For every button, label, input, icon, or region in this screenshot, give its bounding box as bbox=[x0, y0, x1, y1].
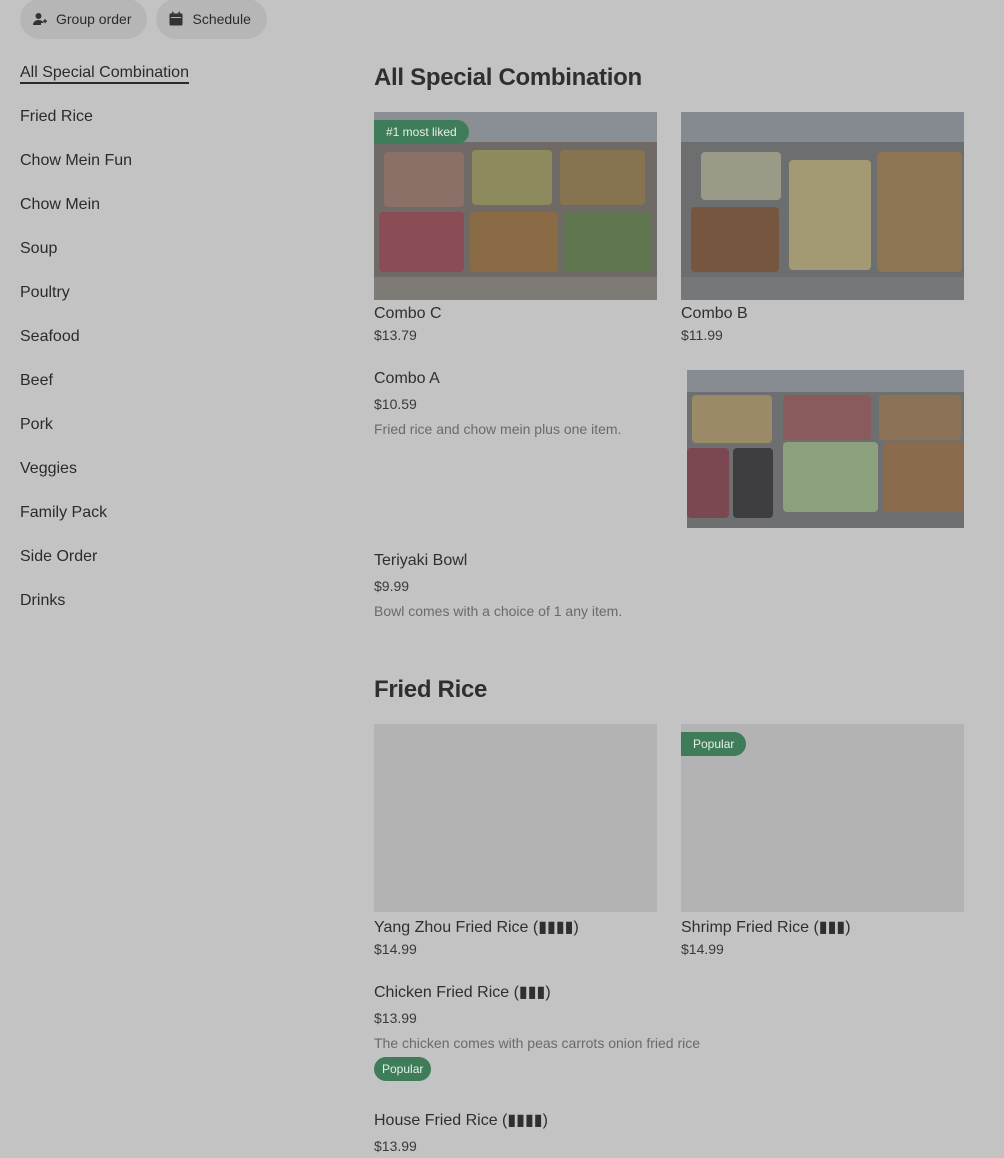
sidebar-item-label: Family Pack bbox=[20, 504, 108, 521]
sidebar-item-drinks[interactable]: Drinks bbox=[20, 590, 320, 634]
sidebar-item-label: Pork bbox=[20, 416, 53, 433]
sidebar-item-label: Drinks bbox=[20, 592, 66, 609]
sidebar-item-fried-rice[interactable]: Fried Rice bbox=[20, 106, 320, 150]
menu-item-shrimp-fried-rice[interactable]: Popular Shrimp Fried Rice (▮▮▮) $14.99 bbox=[681, 724, 964, 957]
section-title-fried-rice: Fried Rice bbox=[374, 676, 488, 703]
sidebar-item-label: Poultry bbox=[20, 284, 70, 301]
item-image-placeholder: Popular bbox=[681, 724, 964, 912]
group-order-button[interactable]: Group order bbox=[20, 0, 148, 39]
sidebar-item-label: Side Order bbox=[20, 548, 98, 565]
popular-badge: Popular bbox=[681, 732, 747, 756]
sidebar-item-label: Veggies bbox=[20, 460, 77, 477]
sidebar-item-beef[interactable]: Beef bbox=[20, 370, 320, 414]
item-name: Combo C bbox=[374, 305, 442, 322]
popular-badge: Popular bbox=[374, 1057, 432, 1081]
menu-item-house-fried-rice[interactable]: House Fried Rice (▮▮▮▮) $13.99 bbox=[374, 1110, 964, 1154]
menu-item-yang-zhou-fried-rice[interactable]: Yang Zhou Fried Rice (▮▮▮▮) $14.99 bbox=[374, 724, 657, 957]
menu-item-teriyaki-bowl[interactable]: Teriyaki Bowl $9.99 Bowl comes with a ch… bbox=[374, 552, 964, 619]
item-name: Yang Zhou Fried Rice (▮▮▮▮) bbox=[374, 919, 579, 936]
item-price: $13.99 bbox=[374, 1138, 417, 1154]
sidebar-item-label: Beef bbox=[20, 372, 53, 389]
category-sidebar: All Special Combination Fried Rice Chow … bbox=[20, 62, 320, 634]
item-description: The chicken comes with peas carrots onio… bbox=[374, 1035, 701, 1051]
sidebar-item-label: Fried Rice bbox=[20, 108, 93, 125]
sidebar-item-label: Chow Mein bbox=[20, 196, 101, 213]
menu-item-combo-b[interactable]: Combo B $11.99 bbox=[681, 112, 964, 343]
sidebar-item-chow-mein-fun[interactable]: Chow Mein Fun bbox=[20, 150, 320, 194]
item-price: $9.99 bbox=[374, 578, 410, 594]
schedule-label: Schedule bbox=[192, 11, 251, 27]
item-name: Teriyaki Bowl bbox=[374, 552, 468, 569]
sidebar-item-veggies[interactable]: Veggies bbox=[20, 458, 320, 502]
menu-item-chicken-fried-rice[interactable]: Chicken Fried Rice (▮▮▮) $13.99 The chic… bbox=[374, 982, 964, 1081]
sidebar-item-all-special-combination[interactable]: All Special Combination bbox=[20, 62, 320, 106]
menu-item-combo-a[interactable]: Combo A $10.59 Fried rice and chow mein … bbox=[374, 370, 964, 528]
sidebar-item-family-pack[interactable]: Family Pack bbox=[20, 502, 320, 546]
menu-item-combo-c[interactable]: #1 most liked Combo C $13.79 bbox=[374, 112, 657, 343]
combo-a-image bbox=[687, 370, 964, 528]
item-price: $13.79 bbox=[374, 327, 417, 343]
sidebar-item-label: All Special Combination bbox=[20, 64, 189, 84]
item-name: Shrimp Fried Rice (▮▮▮) bbox=[681, 919, 851, 936]
combo-b-image bbox=[681, 112, 964, 300]
item-name: Combo B bbox=[681, 305, 748, 322]
sidebar-item-label: Seafood bbox=[20, 328, 80, 345]
item-name: House Fried Rice (▮▮▮▮) bbox=[374, 1112, 548, 1129]
most-liked-badge: #1 most liked bbox=[374, 120, 469, 144]
sidebar-item-label: Soup bbox=[20, 240, 58, 257]
item-image-placeholder bbox=[374, 724, 657, 912]
sidebar-item-side-order[interactable]: Side Order bbox=[20, 546, 320, 590]
item-price: $13.99 bbox=[374, 1010, 417, 1026]
item-description: Bowl comes with a choice of 1 any item. bbox=[374, 603, 623, 619]
sidebar-item-soup[interactable]: Soup bbox=[20, 238, 320, 282]
top-actions: Group order Schedule bbox=[20, 0, 267, 39]
sidebar-item-seafood[interactable]: Seafood bbox=[20, 326, 320, 370]
sidebar-item-pork[interactable]: Pork bbox=[20, 414, 320, 458]
group-order-label: Group order bbox=[56, 11, 132, 27]
sidebar-item-label: Chow Mein Fun bbox=[20, 152, 133, 169]
combo-c-image: #1 most liked bbox=[374, 112, 657, 300]
add-person-icon bbox=[32, 11, 48, 27]
item-price: $14.99 bbox=[681, 941, 724, 957]
item-price: $11.99 bbox=[681, 327, 723, 343]
calendar-icon bbox=[168, 11, 184, 27]
section-title-combination: All Special Combination bbox=[374, 64, 642, 91]
item-price: $14.99 bbox=[374, 941, 417, 957]
item-name: Chicken Fried Rice (▮▮▮) bbox=[374, 984, 551, 1001]
sidebar-item-poultry[interactable]: Poultry bbox=[20, 282, 320, 326]
sidebar-item-chow-mein[interactable]: Chow Mein bbox=[20, 194, 320, 238]
schedule-button[interactable]: Schedule bbox=[156, 0, 267, 39]
